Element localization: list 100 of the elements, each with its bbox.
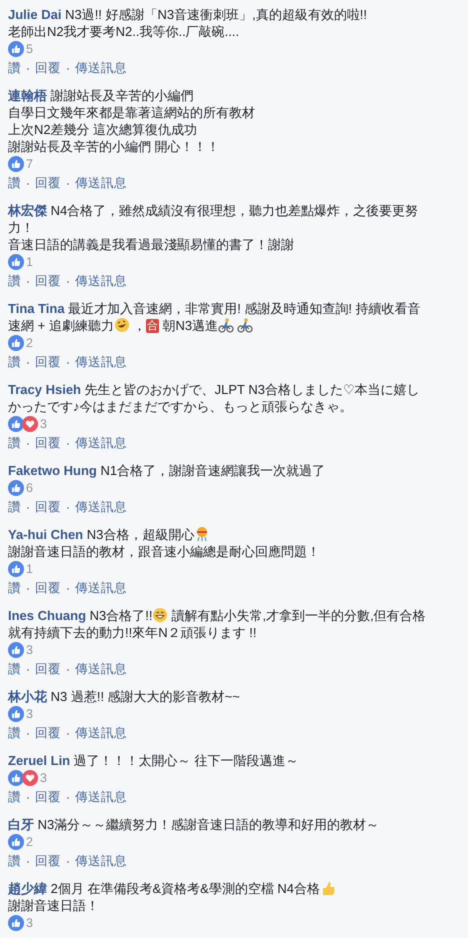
like-icon	[8, 834, 24, 850]
action-link[interactable]: 讚	[8, 59, 21, 78]
separator-dot	[67, 668, 69, 670]
separator-dot	[67, 362, 69, 364]
reaction-count: 2	[26, 336, 33, 350]
author-link[interactable]: 林宏傑	[8, 203, 47, 218]
separator-dot	[27, 506, 29, 508]
action-link[interactable]: 回覆	[35, 353, 61, 372]
action-link[interactable]: 傳送訊息	[75, 660, 127, 679]
author-link[interactable]: 白牙	[8, 817, 34, 832]
thumbs-up-icon	[320, 880, 336, 896]
author-link[interactable]: Ya-hui Chen	[8, 527, 84, 542]
action-link[interactable]: 讚	[8, 724, 21, 743]
laughing-face-icon	[114, 317, 130, 333]
reaction-count: 7	[26, 156, 33, 170]
reaction-count: 3	[40, 770, 47, 784]
cyclist-icon	[237, 317, 254, 333]
comment-text: 連翰梧 謝謝站長及辛苦的小編們 自學日文幾年來都是靠著這網站的所有教材 上次N2差幾分 這次總算復仇成功 謝謝站長及辛苦的小編們 開心！！！	[8, 87, 256, 155]
reaction-count: 1	[26, 562, 33, 576]
action-link[interactable]: 讚	[8, 498, 21, 517]
action-link[interactable]: 回覆	[35, 724, 61, 743]
action-link[interactable]: 回覆	[35, 174, 61, 193]
like-icon	[8, 480, 24, 496]
author-link[interactable]: 林小花	[8, 689, 47, 704]
action-link[interactable]: 回覆	[35, 498, 61, 517]
reaction-count: 1	[26, 254, 33, 268]
action-link[interactable]: 回覆	[35, 852, 61, 871]
like-icon	[8, 706, 24, 722]
author-link[interactable]: Tina Tina	[8, 301, 65, 316]
author-link[interactable]: 趙少緯	[8, 881, 47, 896]
separator-dot	[27, 668, 29, 670]
reaction-count: 5	[26, 42, 33, 56]
separator-dot	[27, 860, 29, 862]
like-icon	[8, 156, 24, 172]
separator-dot	[67, 506, 69, 508]
comment-text: 趙少緯 2個月 在準備段考&資格考&學測的空檔 N4合格 謝謝音速日語！	[8, 880, 460, 914]
author-link[interactable]: Zeruel Lin	[8, 753, 70, 768]
action-link[interactable]: 傳送訊息	[75, 852, 127, 871]
like-icon	[8, 560, 24, 576]
separator-dot	[27, 588, 29, 590]
action-link[interactable]: 傳送訊息	[75, 272, 127, 291]
action-link[interactable]: 傳送訊息	[75, 498, 127, 517]
action-link[interactable]: 回覆	[35, 579, 61, 598]
separator-dot	[27, 362, 29, 364]
author-link[interactable]: 連翰梧	[8, 88, 47, 103]
action-link[interactable]: 傳送訊息	[75, 788, 127, 807]
separator-dot	[67, 68, 69, 70]
action-link[interactable]: 傳送訊息	[75, 724, 127, 743]
author-link[interactable]: Ines Chuang	[8, 608, 86, 623]
action-link[interactable]: 讚	[8, 788, 21, 807]
like-icon	[8, 254, 24, 270]
action-link[interactable]: 回覆	[35, 59, 61, 78]
separator-dot	[67, 732, 69, 734]
action-link[interactable]: 讚	[8, 434, 21, 453]
action-link[interactable]: 傳送訊息	[75, 59, 127, 78]
separator-dot	[67, 860, 69, 862]
action-link[interactable]: 讚	[8, 579, 21, 598]
author-link[interactable]: Faketwo Hung	[8, 463, 97, 478]
comment-text: Ines Chuang N3合格了!! 讀解有點小失常,才拿到一半的分數,但有合格 就有持續下去的動力!!來年N２頑張ります !!	[8, 607, 427, 641]
comment-text: Julie Dai N3過!! 好感謝「N3音速衝刺班」,真的超級有效的啦!! 老師出N2我才要考N2..我等你..厂敲碗....	[8, 6, 368, 40]
character-badge: 合	[146, 319, 159, 333]
action-link[interactable]: 傳送訊息	[75, 174, 127, 193]
action-link[interactable]: 讚	[8, 272, 21, 291]
reaction-count: 3	[40, 416, 47, 430]
action-link[interactable]: 回覆	[35, 272, 61, 291]
separator-dot	[27, 280, 29, 282]
comment-text: 林小花 N3 過惹!! 感謝大大的影音教材~~	[8, 688, 241, 705]
separator-dot	[67, 588, 69, 590]
action-link[interactable]: 傳送訊息	[75, 353, 127, 372]
like-icon	[8, 334, 24, 350]
separator-dot	[27, 442, 29, 444]
author-link[interactable]: Tracy Hsieh	[8, 382, 81, 397]
comment-text: Ya-hui Chen N3合格，超級開心 謝謝音速日語的教材，跟音速小編總是耐心回應問題！	[8, 526, 321, 560]
separator-dot	[27, 182, 29, 184]
like-icon	[8, 914, 24, 930]
action-link[interactable]: 讚	[8, 353, 21, 372]
action-link[interactable]: 讚	[8, 852, 21, 871]
author-link[interactable]: Julie Dai	[8, 7, 62, 22]
action-link[interactable]: 回覆	[35, 434, 61, 453]
like-icon	[8, 642, 24, 658]
action-link[interactable]: 讚	[8, 660, 21, 679]
separator-dot	[27, 796, 29, 798]
comment-text: 白牙 N3滿分～～繼續努力！感謝音速日語的教導和好用的教材～	[8, 816, 380, 833]
separator-dot	[27, 732, 29, 734]
action-link[interactable]: 讚	[8, 174, 21, 193]
action-link[interactable]: 傳送訊息	[75, 434, 127, 453]
action-link[interactable]: 回覆	[35, 660, 61, 679]
like-icon	[8, 416, 24, 432]
cyclist-icon	[218, 317, 234, 333]
reaction-count: 3	[26, 706, 33, 720]
comment-text: Zeruel Lin 過了！！！太開心～ 往下一階段邁進～	[8, 752, 300, 769]
action-link[interactable]: 傳送訊息	[75, 579, 127, 598]
grinning-face-icon	[152, 607, 168, 623]
separator-dot	[67, 280, 69, 282]
separator-dot	[67, 182, 69, 184]
action-link[interactable]: 回覆	[35, 788, 61, 807]
separator-dot	[67, 442, 69, 444]
comment-text: Faketwo Hung N1合格了，謝謝音速網讓我一次就過了	[8, 462, 326, 479]
reaction-count: 3	[26, 916, 33, 930]
comment-text: Tina Tina 最近才加入音速網，非常實用! 感謝及時通知查詢! 持續收看音 速網 + 追劇練聽力 ，合 朝N3邁進	[8, 300, 422, 334]
